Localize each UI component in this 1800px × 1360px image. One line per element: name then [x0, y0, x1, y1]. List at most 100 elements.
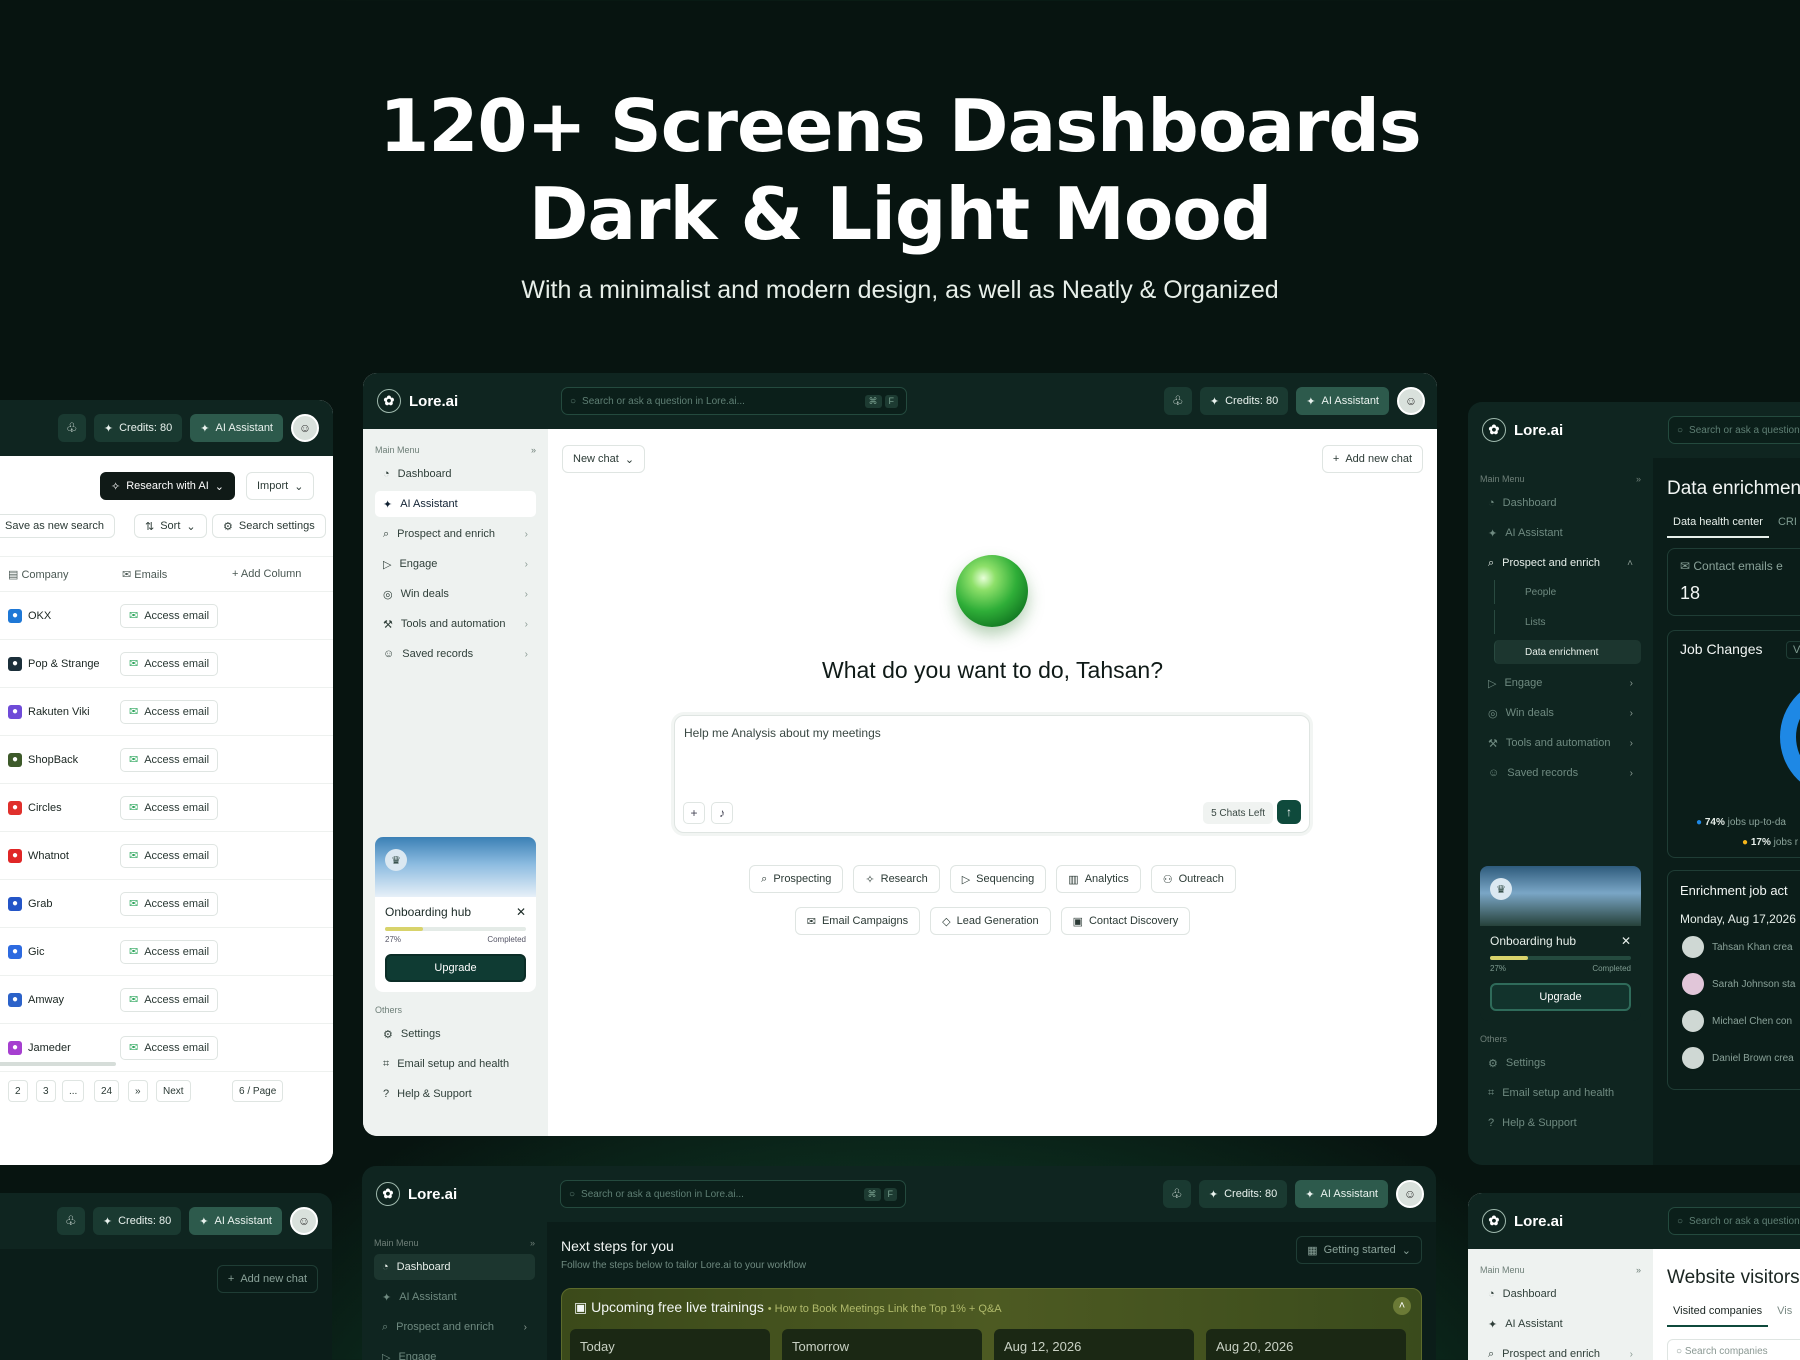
- sidebar-item-ai-assistant[interactable]: ✦ AI Assistant: [375, 491, 536, 517]
- logo[interactable]: ✿ Lore.ai: [1482, 1209, 1563, 1233]
- table-row[interactable]: ● Pop & Strange ✉ Access email: [0, 640, 333, 688]
- ai-assistant-button[interactable]: ✦ AI Assistant: [189, 1207, 282, 1235]
- collapse-icon[interactable]: »: [530, 1238, 535, 1248]
- bell-icon[interactable]: ♧: [1163, 387, 1192, 415]
- table-row[interactable]: ● Circles ✉ Access email: [0, 784, 333, 832]
- pagination-item[interactable]: Next: [156, 1080, 191, 1102]
- credits-pill[interactable]: ✦ Credits: 80: [1198, 1180, 1288, 1208]
- chip-email-campaigns[interactable]: ✉ Email Campaigns: [794, 907, 921, 935]
- sidebar-item-engage[interactable]: ▷ Engage: [374, 1344, 535, 1360]
- sidebar-item-email-setup[interactable]: ⌗ Email setup and health: [375, 1051, 536, 1077]
- pagination-item[interactable]: 3: [36, 1080, 56, 1102]
- upgrade-button[interactable]: Upgrade: [1490, 983, 1631, 1011]
- access-email-button[interactable]: ✉ Access email: [120, 651, 219, 676]
- add-column-button[interactable]: + Add Column: [232, 568, 301, 580]
- access-email-button[interactable]: ✉ Access email: [120, 795, 219, 820]
- day-card[interactable]: Tomorrow: [782, 1329, 982, 1360]
- chevron-up-icon[interactable]: ˄: [1393, 1297, 1411, 1315]
- pagination-item[interactable]: ...: [62, 1080, 85, 1102]
- sidebar-item-dashboard[interactable]: ◔ Dashboard: [1480, 1281, 1641, 1307]
- table-row[interactable]: ● Amway ✉ Access email: [0, 976, 333, 1024]
- sidebar-subitem-data-enrichment[interactable]: Data enrichment: [1494, 640, 1641, 664]
- chip-analytics[interactable]: ▥ Analytics: [1056, 865, 1141, 893]
- sidebar-item-ai-assistant[interactable]: ✦ AI Assistant: [374, 1284, 535, 1310]
- tab-visited-companies[interactable]: Visited companies: [1667, 1305, 1769, 1327]
- search-settings-button[interactable]: ⚙ Search settings: [212, 514, 326, 538]
- sidebar-item-prospect[interactable]: ⌕ Prospect and enrich ›: [374, 1314, 535, 1340]
- sidebar-item-email-setup[interactable]: ⌗ Email setup and health: [1480, 1080, 1641, 1106]
- sidebar-item-dashboard[interactable]: ◔ Dashboard: [1480, 490, 1641, 516]
- avatar[interactable]: ☺: [291, 414, 319, 442]
- search-input[interactable]: ○ Search or ask a question in Lore.ai... ⌘…: [561, 387, 907, 415]
- logo[interactable]: ✿ Lore.ai: [1482, 418, 1563, 442]
- tab-data-health[interactable]: Data health center: [1667, 516, 1769, 538]
- table-row[interactable]: ● Gic ✉ Access email: [0, 928, 333, 976]
- ai-assistant-button[interactable]: ✦ AI Assistant: [1295, 1180, 1388, 1208]
- access-email-button[interactable]: ✉ Access email: [120, 747, 219, 772]
- access-email-button[interactable]: ✉ Access email: [120, 843, 219, 868]
- logo[interactable]: ✿ Lore.ai: [377, 389, 458, 413]
- table-row[interactable]: ● OKX ✉ Access email: [0, 592, 333, 640]
- credits-pill[interactable]: ✦ Credits: 80: [1199, 387, 1289, 415]
- search-input[interactable]: ○ Search or ask a question in Lore.ai...: [1668, 1207, 1800, 1235]
- access-email-button[interactable]: ✉ Access email: [120, 891, 219, 916]
- add-new-chat-button[interactable]: + Add new chat: [216, 1265, 318, 1293]
- add-new-chat-button[interactable]: + Add new chat: [1321, 445, 1423, 473]
- access-email-button[interactable]: ✉ Access email: [120, 987, 219, 1012]
- sidebar-item-saved-records[interactable]: ☺ Saved records ›: [1480, 760, 1641, 786]
- ai-assistant-button[interactable]: ✦ AI Assistant: [1296, 387, 1389, 415]
- table-row[interactable]: ● ShopBack ✉ Access email: [0, 736, 333, 784]
- sidebar-item-prospect[interactable]: ⌕ Prospect and enrich ›: [1480, 1341, 1641, 1360]
- sidebar-item-win-deals[interactable]: ◎ Win deals ›: [375, 581, 536, 607]
- credits-pill[interactable]: ✦ Credits: 80: [93, 414, 183, 442]
- company-search-input[interactable]: ○ Search companies: [1667, 1339, 1800, 1360]
- send-button[interactable]: ↑: [1277, 800, 1301, 824]
- bell-icon[interactable]: ♧: [1162, 1180, 1191, 1208]
- close-icon[interactable]: ✕: [1621, 934, 1631, 948]
- close-icon[interactable]: ✕: [516, 905, 526, 919]
- collapse-icon[interactable]: »: [1636, 474, 1641, 484]
- pagination-item[interactable]: »: [128, 1080, 148, 1102]
- avatar[interactable]: ☺: [1397, 387, 1425, 415]
- sidebar-item-prospect[interactable]: ⌕ Prospect and enrich ˄: [1480, 550, 1641, 576]
- collapse-icon[interactable]: »: [531, 445, 536, 455]
- access-email-button[interactable]: ✉ Access email: [120, 603, 219, 628]
- sidebar-item-ai-assistant[interactable]: ✦ AI Assistant: [1480, 1311, 1641, 1337]
- company-header[interactable]: ▤ Company: [8, 568, 69, 581]
- sidebar-item-help[interactable]: ? Help & Support: [375, 1081, 536, 1107]
- getting-started-dropdown[interactable]: ▦ Getting started ⌄: [1296, 1236, 1422, 1264]
- save-search-button[interactable]: Save as new search: [0, 514, 116, 538]
- new-chat-dropdown[interactable]: New chat ⌄: [562, 445, 646, 473]
- sidebar-item-tools[interactable]: ⚒ Tools and automation ›: [1480, 730, 1641, 756]
- avatar[interactable]: ☺: [1396, 1180, 1424, 1208]
- search-input[interactable]: ○ Search or ask a question in Lore.ai... ⌘…: [560, 1180, 906, 1208]
- search-input[interactable]: ○ Search or ask a question in Lore.ai...: [1668, 416, 1800, 444]
- plus-icon[interactable]: +: [683, 802, 705, 824]
- sidebar-item-win-deals[interactable]: ◎ Win deals ›: [1480, 700, 1641, 726]
- ai-assistant-button[interactable]: ✦ AI Assistant: [190, 414, 283, 442]
- table-row[interactable]: ● Grab ✉ Access email: [0, 880, 333, 928]
- sidebar-item-saved-records[interactable]: ☺ Saved records ›: [375, 641, 536, 667]
- sidebar-item-engage[interactable]: ▷ Engage ›: [375, 551, 536, 577]
- sidebar-item-prospect[interactable]: ⌕ Prospect and enrich ›: [375, 521, 536, 547]
- avatar[interactable]: ☺: [290, 1207, 318, 1235]
- tab-visitors[interactable]: Vis: [1771, 1305, 1798, 1317]
- sidebar-subitem-lists[interactable]: Lists: [1494, 610, 1641, 634]
- chip-sequencing[interactable]: ▷ Sequencing: [949, 865, 1047, 893]
- import-button[interactable]: Import ⌄: [246, 472, 315, 500]
- research-ai-button[interactable]: ✧ Research with AI ⌄: [100, 472, 235, 500]
- pagination-item[interactable]: 24: [94, 1080, 120, 1102]
- pagination-item[interactable]: 6 / Page: [232, 1080, 284, 1102]
- sidebar-item-ai-assistant[interactable]: ✦ AI Assistant: [1480, 520, 1641, 546]
- access-email-button[interactable]: ✉ Access email: [120, 939, 219, 964]
- sidebar-item-engage[interactable]: ▷ Engage ›: [1480, 670, 1641, 696]
- mic-icon[interactable]: ♪: [711, 802, 733, 824]
- horizontal-scrollbar[interactable]: [0, 1062, 116, 1066]
- credits-pill[interactable]: ✦ Credits: 80: [92, 1207, 182, 1235]
- prompt-input[interactable]: Help me Analysis about my meetings + ♪ 5 …: [674, 715, 1310, 833]
- tab-crm[interactable]: CRI: [1772, 516, 1800, 528]
- bell-icon[interactable]: ♧: [56, 1207, 85, 1235]
- table-row[interactable]: ● Rakuten Viki ✉ Access email: [0, 688, 333, 736]
- logo[interactable]: ✿ Lore.ai: [376, 1182, 457, 1206]
- sidebar-item-dashboard[interactable]: ◔ Dashboard: [375, 461, 536, 487]
